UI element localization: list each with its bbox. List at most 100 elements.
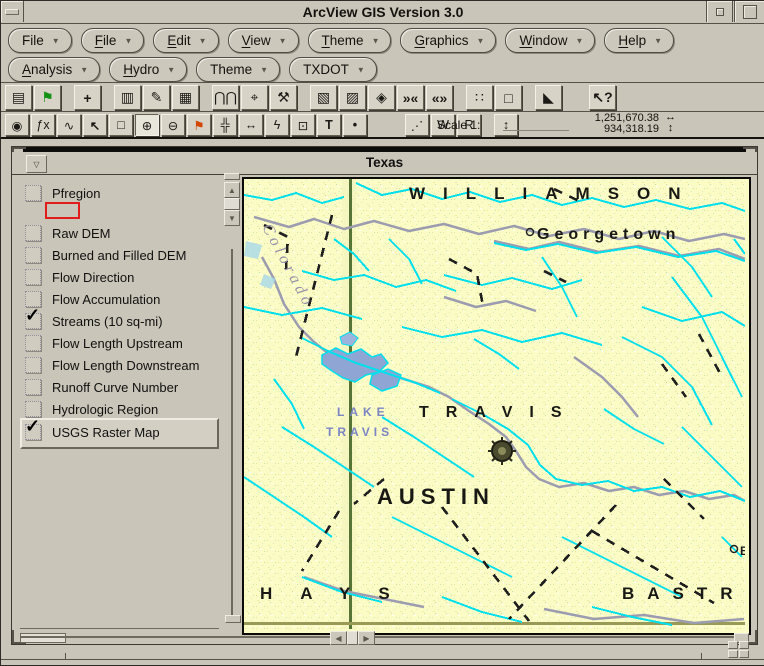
- scrollbar-thumb[interactable]: [224, 198, 240, 210]
- menu-txdot[interactable]: TXDOT▼: [289, 57, 377, 82]
- zoom-full-extent-button[interactable]: ▧: [310, 85, 337, 110]
- view-title-bar[interactable]: Texas ▽: [12, 152, 757, 175]
- lake-label-1: LAKE: [337, 405, 390, 419]
- scale-input[interactable]: [503, 130, 569, 131]
- toc-item-runoff-curve[interactable]: Runoff Curve Number: [25, 377, 178, 397]
- scroll-left-icon[interactable]: ◀: [330, 631, 347, 645]
- find-button[interactable]: ⋂⋂: [212, 85, 239, 110]
- zoom-out-button[interactable]: «»: [426, 85, 453, 110]
- flag-tool[interactable]: ⚑: [187, 114, 211, 136]
- toc-item-pfregion[interactable]: Pfregion: [25, 183, 100, 203]
- toc-scrollbar[interactable]: ▲ ▼: [224, 173, 240, 226]
- chevron-down-icon: ▼: [124, 37, 132, 46]
- locate-button[interactable]: ⌖: [241, 85, 268, 110]
- toc-item-raw-dem[interactable]: Raw DEM: [25, 223, 111, 243]
- ruler-icon: ↔: [245, 118, 258, 132]
- query-builder-button[interactable]: ⚒: [270, 85, 297, 110]
- wave-icon: ∿: [64, 118, 74, 133]
- menu-edit[interactable]: Edit▼: [153, 28, 218, 53]
- measure-tool[interactable]: ↔: [239, 114, 263, 136]
- zoom-selected-button[interactable]: ◈: [368, 85, 395, 110]
- green-flag-button[interactable]: ⚑: [34, 85, 61, 110]
- toc-item-streams[interactable]: ✓Streams (10 sq-mi): [25, 311, 163, 331]
- checkbox[interactable]: [25, 379, 41, 395]
- clear-selection-button[interactable]: □: [495, 85, 522, 110]
- add-theme-icon: +: [83, 90, 91, 106]
- menu-file-1[interactable]: File▼: [8, 28, 72, 53]
- menu-window[interactable]: Window▼: [505, 28, 595, 53]
- checkbox[interactable]: [25, 357, 41, 373]
- menu-theme-2[interactable]: Theme▼: [196, 57, 280, 82]
- scrollbar-anchor[interactable]: [224, 173, 240, 180]
- scroll-down-icon[interactable]: ▼: [224, 210, 240, 226]
- menu-file-2[interactable]: File ▼: [81, 28, 145, 53]
- toc-item-flow-length-upstream[interactable]: Flow Length Upstream: [25, 333, 183, 353]
- checkbox[interactable]: [25, 335, 41, 351]
- h-scrollbar-thumb[interactable]: [347, 631, 358, 645]
- scrollbar-anchor[interactable]: [225, 615, 241, 623]
- toc-item-hydrologic-region[interactable]: Hydrologic Region: [25, 399, 158, 419]
- theme-properties-button[interactable]: ▥: [114, 85, 141, 110]
- menu-label: Window: [519, 33, 567, 48]
- label-tool[interactable]: ⊡: [291, 114, 315, 136]
- hotlink-tool[interactable]: ϟ: [265, 114, 289, 136]
- identify-tool[interactable]: ◉: [5, 114, 29, 136]
- open-theme-table-button[interactable]: ▦: [172, 85, 199, 110]
- text-tool[interactable]: T: [317, 114, 341, 136]
- toc-item-flow-direction[interactable]: Flow Direction: [25, 267, 134, 287]
- histogram-button[interactable]: ◣: [535, 85, 562, 110]
- checkbox[interactable]: [25, 247, 41, 263]
- checkbox[interactable]: [25, 269, 41, 285]
- view-window-menu-button[interactable]: ▽: [26, 155, 47, 173]
- toc-item-burned-dem[interactable]: Burned and Filled DEM: [25, 245, 186, 265]
- h-scrollbar-anchor[interactable]: [20, 633, 66, 643]
- menu-help[interactable]: Help▼: [604, 28, 674, 53]
- save-button[interactable]: ▤: [5, 85, 32, 110]
- maximize-button[interactable]: [734, 1, 764, 22]
- menu-label: File: [95, 33, 117, 48]
- h-scrollbar-cable[interactable]: [20, 636, 747, 638]
- pan-tool[interactable]: ╬: [213, 114, 237, 136]
- checkbox[interactable]: [25, 185, 41, 201]
- red-flag-icon: ⚑: [193, 118, 204, 133]
- scroll-up-icon[interactable]: ▲: [224, 182, 240, 198]
- menu-analysis[interactable]: Analysis▼: [8, 57, 100, 82]
- toc-item-flow-accumulation[interactable]: Flow Accumulation: [25, 289, 160, 309]
- svg-text:B: B: [740, 544, 745, 558]
- globe-icon: ◉: [12, 118, 23, 133]
- menu-view[interactable]: View▼: [228, 28, 299, 53]
- menu-theme[interactable]: Theme▼: [308, 28, 392, 53]
- select-features-button[interactable]: ∷: [466, 85, 493, 110]
- checkbox[interactable]: [25, 401, 41, 417]
- pointer-tool[interactable]: ↖: [83, 114, 107, 136]
- checkbox[interactable]: ✓: [25, 424, 41, 440]
- theme-label: USGS Raster Map: [52, 425, 160, 440]
- profile-tool[interactable]: ∿: [57, 114, 81, 136]
- h-scrollbar-elevator[interactable]: ◀ ▶: [330, 631, 375, 645]
- zoom-out-tool[interactable]: ⊖: [161, 114, 185, 136]
- zoom-in-button[interactable]: »«: [397, 85, 424, 110]
- select-box-tool[interactable]: □: [109, 114, 133, 136]
- menu-hydro[interactable]: Hydro▼: [109, 57, 187, 82]
- map-view[interactable]: B WILLIAMSON Georgetown TRAVIS AUSTIN HA…: [242, 177, 751, 635]
- checkbox[interactable]: [25, 225, 41, 241]
- add-theme-button[interactable]: +: [74, 85, 101, 110]
- draw-point-tool[interactable]: •: [343, 114, 367, 136]
- toc-item-flow-length-downstream[interactable]: Flow Length Downstream: [25, 355, 199, 375]
- help-pointer-button[interactable]: ↖?: [589, 85, 616, 110]
- hatch-tool[interactable]: ⋰: [405, 114, 429, 136]
- minimize-button[interactable]: [706, 1, 733, 22]
- zoom-in-tool[interactable]: ⊕: [135, 114, 159, 136]
- chevron-down-icon: ▼: [260, 66, 268, 75]
- zoom-active-theme-button[interactable]: ▨: [339, 85, 366, 110]
- resize-grip[interactable]: [728, 641, 749, 658]
- toc-item-usgs-raster-map[interactable]: ✓ USGS Raster Map: [25, 422, 160, 442]
- edit-legend-button[interactable]: ✎: [143, 85, 170, 110]
- hand-icon: ╬: [221, 118, 230, 132]
- scrollbar-cable[interactable]: [231, 249, 233, 615]
- script-tool[interactable]: ƒx: [31, 114, 55, 136]
- window-menu-button[interactable]: [1, 1, 24, 22]
- checkbox[interactable]: ✓: [25, 313, 41, 329]
- scroll-right-icon[interactable]: ▶: [358, 631, 375, 645]
- menu-graphics[interactable]: Graphics▼: [400, 28, 496, 53]
